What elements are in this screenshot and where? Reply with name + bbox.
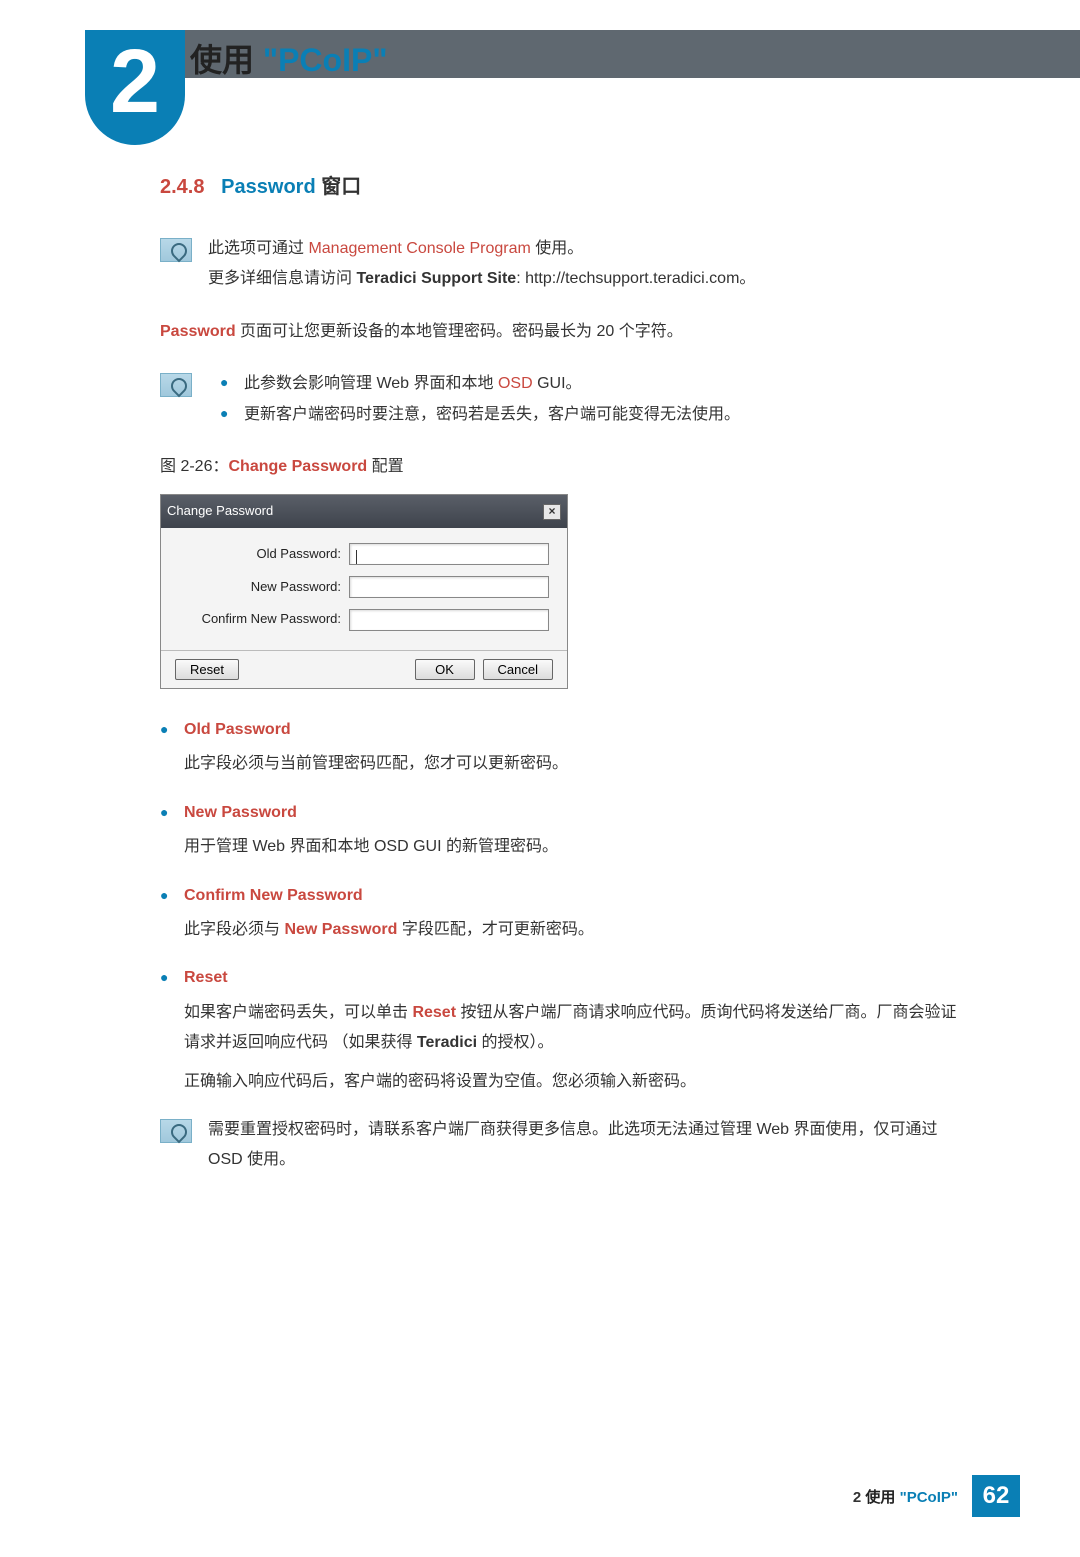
section-number: 2.4.8: [160, 176, 204, 198]
def-body: 如果客户端密码丢失，可以单击 Reset 按钮从客户端厂商请求响应代码。质询代码…: [184, 998, 960, 1097]
dialog-titlebar: Change Password ×: [161, 495, 567, 528]
title-prefix: 使用: [190, 42, 263, 78]
page-title: 使用 "PCoIP": [190, 35, 387, 81]
def-body: 此字段必须与 New Password 字段匹配，才可更新密码。: [184, 915, 960, 945]
bullet-item: ● 更新客户端密码时要注意，密码若是丢失，客户端可能变得无法使用。: [220, 400, 960, 430]
def-body: 此字段必须与当前管理密码匹配，您才可以更新密码。: [184, 749, 960, 779]
cancel-button[interactable]: Cancel: [483, 659, 553, 680]
close-icon[interactable]: ×: [543, 504, 561, 520]
highlight-text: Change Password: [228, 458, 367, 475]
section-rest: 窗口: [316, 176, 362, 198]
note-body: 需要重置授权密码时，请联系客户端厂商获得更多信息。此选项无法通过管理 Web 界…: [208, 1115, 960, 1176]
highlight-text: New Password: [284, 921, 397, 938]
note-icon: [160, 1119, 192, 1143]
page-number: 62: [972, 1475, 1020, 1517]
bullet-dot-icon: ●: [160, 964, 170, 991]
note-icon: [160, 238, 192, 262]
chapter-number: 2: [110, 31, 160, 134]
note-line: 此选项可通过 Management Console Program 使用。: [208, 234, 960, 264]
change-password-dialog: Change Password × Old Password: New Pass…: [160, 494, 568, 689]
highlight-text: OSD: [498, 375, 533, 392]
note-block: ● 此参数会影响管理 Web 界面和本地 OSD GUI。 ● 更新客户端密码时…: [160, 369, 960, 430]
content: 2.4.8 Password 窗口 此选项可通过 Management Cons…: [160, 168, 960, 1176]
bullet-dot-icon: ●: [160, 799, 170, 826]
body-text: Password 页面可让您更新设备的本地管理密码。密码最长为 20 个字符。: [160, 317, 960, 347]
def-title: Old Password: [184, 715, 291, 745]
note-line: 更多详细信息请访问 Teradici Support Site: http://…: [208, 264, 960, 294]
header-bar: 使用 "PCoIP": [90, 30, 1080, 78]
footer-text: 2 使用 "PCoIP": [853, 1486, 958, 1507]
def-body: 用于管理 Web 界面和本地 OSD GUI 的新管理密码。: [184, 832, 960, 862]
highlight-text: Reset: [412, 1004, 456, 1021]
note-body: 此选项可通过 Management Console Program 使用。 更多…: [208, 234, 960, 295]
reset-button[interactable]: Reset: [175, 659, 239, 680]
chapter-badge: 2: [85, 30, 185, 145]
ok-button[interactable]: OK: [415, 659, 475, 680]
section-keyword: Password: [221, 176, 315, 198]
text-cursor-icon: [356, 550, 357, 564]
note-block: 需要重置授权密码时，请联系客户端厂商获得更多信息。此选项无法通过管理 Web 界…: [160, 1115, 960, 1176]
dialog-body: Old Password: New Password: Confirm New …: [161, 528, 567, 650]
section-heading: 2.4.8 Password 窗口: [160, 168, 960, 206]
old-password-input[interactable]: [349, 543, 549, 565]
definition-item: ● New Password 用于管理 Web 界面和本地 OSD GUI 的新…: [160, 798, 960, 863]
note-block: 此选项可通过 Management Console Program 使用。 更多…: [160, 234, 960, 295]
figure-caption: 图 2-26：Change Password 配置: [160, 452, 960, 482]
bullet-dot-icon: ●: [220, 369, 230, 399]
field-row: Confirm New Password:: [179, 607, 549, 632]
field-row: New Password:: [179, 575, 549, 600]
bullet-dot-icon: ●: [220, 400, 230, 430]
definition-item: ● Old Password 此字段必须与当前管理密码匹配，您才可以更新密码。: [160, 715, 960, 780]
old-password-label: Old Password:: [179, 542, 349, 567]
bullet-dot-icon: ●: [160, 882, 170, 909]
definition-list: ● Old Password 此字段必须与当前管理密码匹配，您才可以更新密码。 …: [160, 715, 960, 1097]
new-password-label: New Password:: [179, 575, 349, 600]
field-row: Old Password:: [179, 542, 549, 567]
highlight-text: Management Console Program: [308, 240, 530, 257]
confirm-password-label: Confirm New Password:: [179, 607, 349, 632]
confirm-password-input[interactable]: [349, 609, 549, 631]
page-footer: 2 使用 "PCoIP" 62: [853, 1475, 1020, 1517]
highlight-text: Password: [160, 323, 236, 340]
def-title: Confirm New Password: [184, 881, 363, 911]
title-keyword: "PCoIP": [263, 42, 388, 78]
def-title: New Password: [184, 798, 297, 828]
bullet-dot-icon: ●: [160, 716, 170, 743]
dialog-title-text: Change Password: [167, 499, 273, 524]
def-title: Reset: [184, 963, 228, 993]
new-password-input[interactable]: [349, 576, 549, 598]
definition-item: ● Reset 如果客户端密码丢失，可以单击 Reset 按钮从客户端厂商请求响…: [160, 963, 960, 1097]
bullet-item: ● 此参数会影响管理 Web 界面和本地 OSD GUI。: [220, 369, 960, 399]
dialog-footer: Reset OK Cancel: [161, 650, 567, 688]
definition-item: ● Confirm New Password 此字段必须与 New Passwo…: [160, 881, 960, 946]
note-body: ● 此参数会影响管理 Web 界面和本地 OSD GUI。 ● 更新客户端密码时…: [208, 369, 960, 430]
note-icon: [160, 373, 192, 397]
